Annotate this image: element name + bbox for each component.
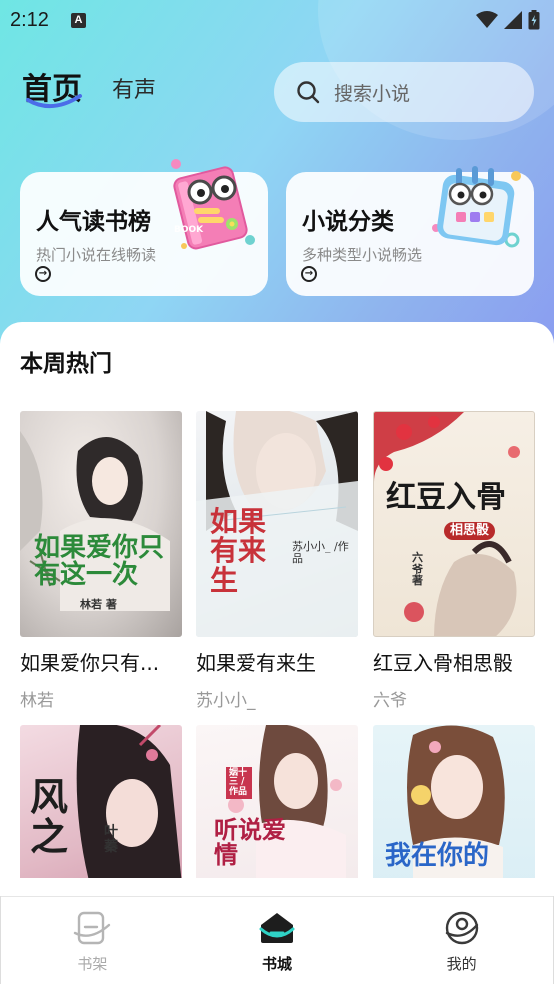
frame-edge-left — [0, 896, 1, 984]
nav-profile-label: 我的 — [446, 955, 477, 973]
book-title: 如果爱有来生 — [196, 651, 316, 675]
search-placeholder: 搜索小说 — [334, 82, 411, 105]
arrow-right-icon: → — [35, 266, 51, 282]
tab-home[interactable]: 首页 — [22, 64, 82, 108]
cover-author: 林若 著 — [80, 598, 117, 611]
cover-title: 如果有来生 — [210, 505, 267, 597]
cover-subtitle: 相思骰 — [444, 522, 496, 540]
book-item[interactable]: 如果爱你只有这一次 林若 著 如果爱你只有... 林若 — [20, 411, 182, 711]
book-item[interactable]: 风之 叶蓁 — [20, 725, 182, 878]
top-tabs: 首页 有声 — [22, 64, 156, 108]
active-tab-indicator — [26, 94, 82, 108]
book-item[interactable]: 我在你的 — [373, 725, 535, 878]
cover-author: 姻十三 /作品 — [226, 767, 252, 800]
book-cover: 听说爱情 姻十三 /作品 — [196, 725, 358, 878]
status-indicators — [476, 10, 540, 30]
status-time: 2:12 — [10, 8, 49, 31]
section-title: 本周热门 — [20, 351, 112, 377]
cover-author: 苏小小_ /作品 — [292, 540, 349, 565]
book-cover: 如果爱你只有这一次 林若 著 — [20, 411, 182, 637]
profile-icon — [445, 911, 478, 945]
nav-bookstore[interactable]: 书城 — [185, 897, 370, 984]
book-cover: 红豆入骨 相思骰 六爷 著 — [373, 411, 535, 637]
book-item[interactable]: 如果有来生 苏小小_ /作品 如果爱有来生 苏小小_ — [196, 411, 358, 711]
calendar-mascot-icon — [432, 166, 521, 248]
status-bar: 2:12 A — [0, 0, 554, 40]
book-author: 六爷 — [373, 691, 407, 711]
bookstore-icon — [259, 913, 295, 943]
cover-title: 风之 — [30, 774, 69, 859]
search-bar[interactable]: 搜索小说 — [274, 62, 534, 122]
arrow-right-icon: → — [301, 266, 317, 282]
cover-title: 听说爱情 — [214, 815, 286, 870]
book-cover: 如果有来生 苏小小_ /作品 — [196, 411, 358, 637]
category-card[interactable]: 小说分类 多种类型小说畅选 → — [286, 166, 534, 296]
cover-title: 我在你的 — [385, 841, 490, 871]
book-item[interactable]: 听说爱情 姻十三 /作品 — [196, 725, 358, 878]
nav-profile[interactable]: 我的 — [369, 897, 554, 984]
nav-bookstore-label: 书城 — [262, 955, 293, 973]
cover-author: 叶蓁 — [104, 824, 118, 855]
book-cover: 我在你的 — [373, 725, 535, 878]
content-panel: 本周热门 如果爱你只有这一次 林若 著 如果爱你只有... 林若 如果有来生 苏… — [0, 322, 554, 878]
battery-icon — [528, 10, 540, 30]
signal-icon — [504, 11, 522, 29]
cover-title: 红豆入骨 — [386, 480, 506, 515]
bookshelf-icon — [74, 911, 111, 945]
book-title: 如果爱你只有... — [20, 651, 160, 675]
book-item[interactable]: 红豆入骨 相思骰 六爷 著 红豆入骨相思骰 六爷 — [373, 411, 535, 711]
cover-author: 六爷 著 — [412, 551, 423, 588]
bottom-navigation: 书架 书城 我的 — [0, 896, 554, 984]
book-author: 林若 — [20, 691, 54, 711]
book-art-label: BOOK — [174, 225, 204, 235]
notification-icon: A — [70, 12, 86, 28]
nav-bookshelf-label: 书架 — [77, 955, 108, 973]
book-mascot-icon: BOOK — [171, 159, 255, 250]
cover-title: 如果爱你只有这一次 — [34, 533, 165, 591]
tab-audio[interactable]: 有声 — [112, 72, 156, 104]
book-cover: 风之 叶蓁 — [20, 725, 182, 878]
book-title: 红豆入骨相思骰 — [373, 651, 513, 675]
book-author: 苏小小_ — [196, 691, 256, 711]
wifi-icon — [476, 11, 498, 28]
nav-bookshelf[interactable]: 书架 — [0, 897, 185, 984]
search-icon — [297, 81, 320, 104]
ranking-card[interactable]: 人气读书榜 热门小说在线畅读 → BOOK — [20, 159, 268, 296]
